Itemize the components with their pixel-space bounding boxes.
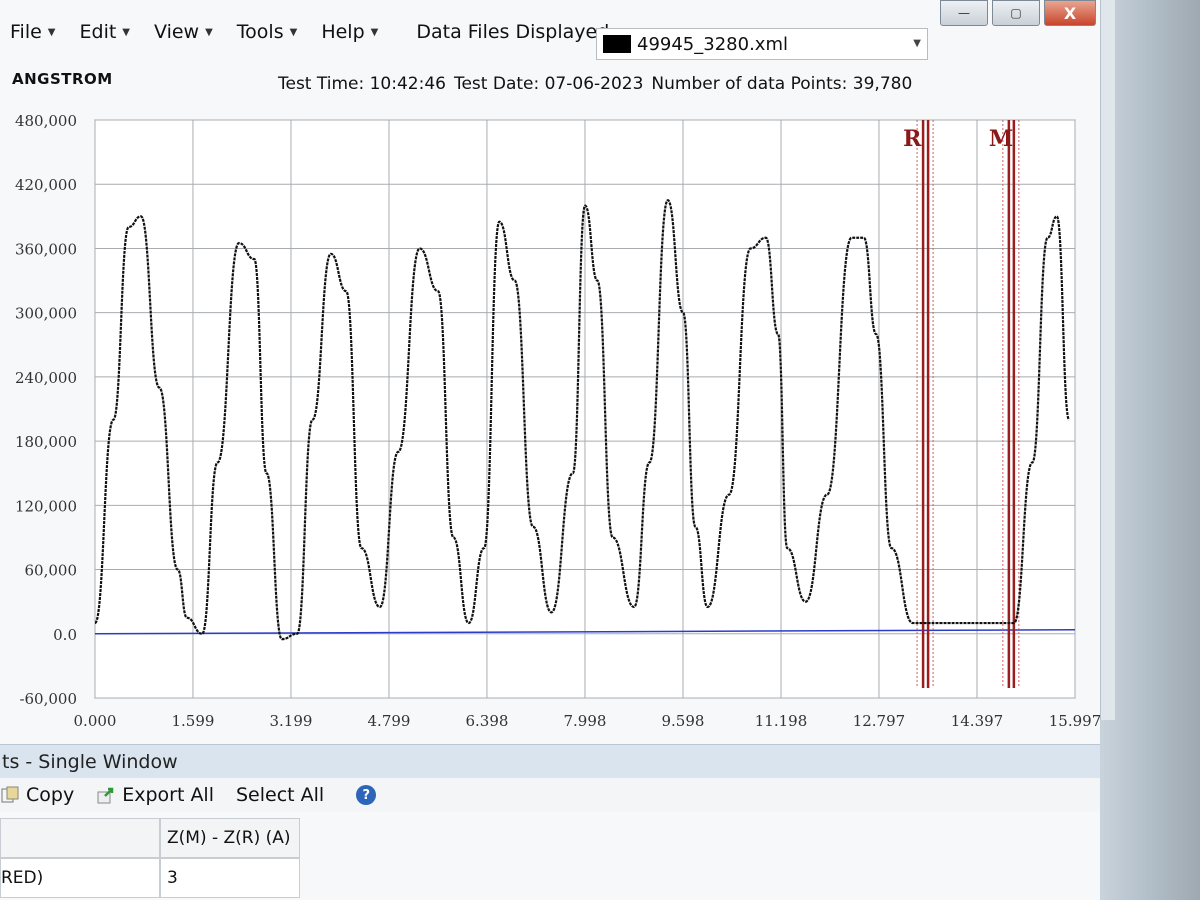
y-tick-label: -60,000 — [19, 690, 77, 708]
y-tick-label: 240,000 — [15, 369, 77, 387]
chevron-down-icon: ▼ — [205, 26, 213, 38]
x-tick-label: 15.997 — [1049, 712, 1100, 730]
x-tick-label: 12.797 — [853, 712, 906, 730]
menu-help[interactable]: Help ▼ — [321, 21, 378, 43]
menu-bar: File ▼ Edit ▼ View ▼ Tools ▼ Help ▼ Data File… — [0, 10, 1100, 54]
x-tick-label: 11.198 — [755, 712, 808, 730]
menu-tools[interactable]: Tools ▼ — [237, 21, 298, 43]
app-window: — ▢ X File ▼ Edit ▼ View ▼ Tools ▼ Help ▼ Dat… — [0, 0, 1100, 900]
y-tick-label: 360,000 — [15, 240, 77, 258]
chevron-down-icon: ▼ — [47, 26, 56, 38]
x-tick-label: 4.799 — [368, 712, 411, 730]
table-cell-value[interactable]: 3 — [160, 858, 300, 898]
y-tick-label: 60,000 — [25, 562, 78, 580]
brand-label: ANGSTROM — [12, 70, 113, 88]
export-icon — [97, 787, 114, 804]
x-tick-label: 9.598 — [662, 712, 705, 730]
cursor-label: R — [903, 126, 922, 152]
data-files-label: Data Files Displayed: — [416, 21, 616, 43]
test-time: Test Time: 10:42:46 — [278, 74, 446, 94]
export-all-button[interactable]: Export All — [96, 784, 214, 806]
table-corner-cell — [0, 818, 160, 858]
color-swatch-icon — [603, 35, 631, 53]
data-point-count: Number of data Points: 39,780 — [651, 74, 913, 94]
menu-file[interactable]: File ▼ — [10, 21, 56, 43]
results-panel-title: ts - Single Window — [0, 744, 1100, 780]
help-icon[interactable]: ? — [356, 785, 377, 805]
data-file-dropdown[interactable]: 49945_3280.xml ▼ — [596, 28, 928, 60]
chevron-down-icon: ▼ — [913, 38, 921, 49]
x-tick-label: 14.397 — [951, 712, 1004, 730]
x-tick-label: 7.998 — [563, 712, 606, 730]
cursor-label: M — [989, 126, 1013, 152]
x-tick-label: 1.599 — [171, 712, 214, 730]
desktop-background — [1100, 0, 1200, 900]
x-tick-label: 3.199 — [269, 712, 312, 730]
select-all-button[interactable]: Select All — [236, 784, 324, 806]
menu-view[interactable]: View ▼ — [154, 21, 213, 43]
results-toolbar: Copy Export All Select All ? — [0, 778, 1100, 812]
chevron-down-icon: ▼ — [370, 26, 379, 38]
y-tick-label: 0.0 — [53, 626, 77, 644]
y-tick-label: 120,000 — [15, 497, 77, 515]
signal-chart[interactable]: 480,000 420,000 360,000 300,000 240,000 180,0… — [0, 100, 1100, 740]
table-header[interactable]: Z(M) - Z(R) (A) — [160, 818, 300, 858]
selected-file-value: 49945_3280.xml — [637, 33, 788, 55]
chevron-down-icon: ▼ — [122, 26, 130, 38]
y-tick-label: 420,000 — [15, 176, 77, 194]
y-tick-label: 180,000 — [15, 433, 77, 451]
copy-icon — [1, 786, 19, 803]
x-tick-label: 0.000 — [74, 712, 117, 730]
test-date: Test Date: 07-06-2023 — [453, 74, 644, 94]
y-tick-label: 300,000 — [15, 305, 77, 323]
table-row-label: RED) — [0, 858, 160, 898]
copy-button[interactable]: Copy — [0, 784, 74, 806]
test-info: Test Time: 10:42:46 Test Date: 07-06-202… — [278, 74, 912, 94]
x-tick-label: 6.398 — [465, 712, 508, 730]
menu-edit[interactable]: Edit ▼ — [80, 21, 131, 43]
y-tick-label: 480,000 — [15, 112, 77, 130]
chevron-down-icon: ▼ — [289, 26, 298, 38]
